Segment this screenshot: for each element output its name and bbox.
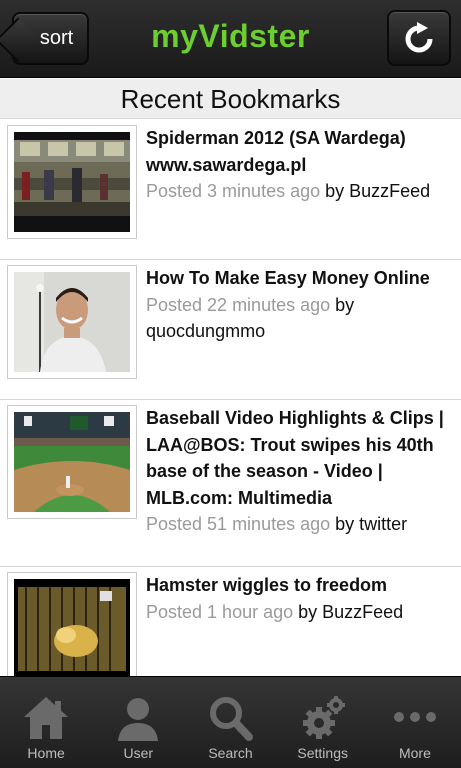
tab-user-label: User (123, 745, 154, 761)
settings-icon (302, 696, 345, 739)
section-heading: Recent Bookmarks (0, 79, 461, 119)
bookmark-text[interactable]: Baseball Video Highlights & Clips | LAA@… (146, 405, 453, 538)
user-icon (118, 698, 159, 741)
bookmark-text[interactable]: How To Make Easy Money Online Posted 22 … (146, 265, 453, 345)
posted-time: Posted 51 minutes ago (146, 514, 331, 534)
posted-time: Posted 22 minutes ago (146, 294, 331, 315)
list-item[interactable]: Baseball Video Highlights & Clips | LAA@… (0, 400, 461, 567)
tab-settings[interactable]: Settings (277, 677, 369, 768)
posted-by: by BuzzFeed (298, 601, 404, 622)
tab-user[interactable]: User (92, 677, 184, 768)
bookmark-text[interactable]: Spiderman 2012 (SA Wardega) www.sawardeg… (146, 125, 453, 205)
posted-by: by twitter (335, 514, 408, 534)
thumbnail-image[interactable] (14, 132, 130, 232)
thumbnail-frame[interactable] (7, 405, 137, 519)
bookmark-list[interactable]: Spiderman 2012 (SA Wardega) www.sawardeg… (0, 120, 461, 676)
search-icon (209, 697, 253, 741)
tab-more[interactable]: More (369, 677, 461, 768)
bookmark-text[interactable]: Hamster wiggles to freedom Posted 1 hour… (146, 572, 453, 625)
list-item[interactable]: Spiderman 2012 (SA Wardega) www.sawardeg… (0, 120, 461, 260)
posted-by: by BuzzFeed (325, 181, 431, 201)
bookmark-title[interactable]: Spiderman 2012 (SA Wardega) www.sawardeg… (146, 125, 453, 178)
tab-more-label: More (398, 745, 431, 761)
thumbnail-image[interactable] (14, 412, 130, 512)
tab-settings-label: Settings (297, 745, 348, 761)
bookmark-title[interactable]: How To Make Easy Money Online (146, 265, 453, 292)
more-icon (393, 712, 436, 722)
top-nav-bar: sort myVidster (0, 0, 461, 78)
list-item[interactable]: How To Make Easy Money Online Posted 22 … (0, 260, 461, 400)
list-item[interactable]: Hamster wiggles to freedom Posted 1 hour… (0, 567, 461, 676)
thumbnail-image[interactable] (14, 579, 130, 676)
thumbnail-image[interactable] (14, 272, 130, 372)
tab-home[interactable]: Home (0, 677, 92, 768)
bottom-tab-bar: Home User Search Settings More (0, 676, 461, 768)
posted-time: Posted 1 hour ago (146, 601, 294, 622)
posted-time: Posted 3 minutes ago (146, 181, 321, 201)
bookmark-title[interactable]: Hamster wiggles to freedom (146, 572, 453, 599)
tab-search-label: Search (208, 745, 253, 761)
refresh-button[interactable] (387, 10, 451, 66)
refresh-icon (405, 22, 433, 53)
tab-search[interactable]: Search (184, 677, 276, 768)
home-icon (24, 697, 69, 739)
thumbnail-frame[interactable] (7, 572, 137, 676)
bookmark-title[interactable]: Baseball Video Highlights & Clips | LAA@… (146, 405, 453, 511)
tab-home-label: Home (27, 745, 65, 761)
thumbnail-frame[interactable] (7, 265, 137, 379)
thumbnail-frame[interactable] (7, 125, 137, 239)
